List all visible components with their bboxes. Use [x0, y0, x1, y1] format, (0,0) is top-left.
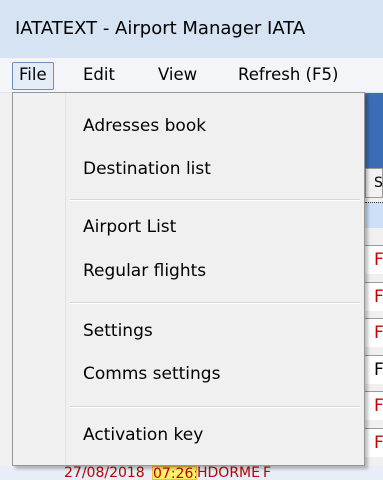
- menu-item-comms-settings[interactable]: Comms settings: [83, 359, 220, 389]
- menu-item-airport-list[interactable]: Airport List: [83, 212, 176, 242]
- bottom-row-extra: F: [263, 466, 272, 480]
- menu-item-regular-flights[interactable]: Regular flights: [83, 256, 206, 286]
- grid-column-header-label: S: [374, 175, 383, 191]
- bottom-row-time: 07:26:: [152, 466, 197, 480]
- menu-edit[interactable]: Edit: [77, 62, 121, 88]
- menu-item-destination-list[interactable]: Destination list: [83, 154, 211, 184]
- grid-cell[interactable]: F: [365, 282, 383, 311]
- grid-cell[interactable]: F: [365, 245, 383, 274]
- menu-separator: [70, 199, 360, 201]
- menu-file[interactable]: File: [12, 62, 54, 90]
- menu-bar: File Edit View Refresh (F5): [0, 58, 383, 93]
- grid-cell[interactable]: F: [365, 355, 383, 384]
- menu-separator: [70, 406, 360, 408]
- menu-item-activation-key[interactable]: Activation key: [83, 420, 203, 450]
- menu-separator: [70, 302, 360, 304]
- grid-cell[interactable]: F: [365, 318, 383, 347]
- menu-item-settings[interactable]: Settings: [83, 316, 153, 346]
- grid-header-band: [365, 93, 383, 168]
- title-bar: IATATEXT - Airport Manager IATA: [0, 0, 383, 58]
- menu-icon-gutter: [13, 93, 66, 465]
- file-dropdown-menu: Adresses book Destination list Airport L…: [12, 92, 365, 466]
- menu-view[interactable]: View: [152, 62, 203, 88]
- menu-refresh[interactable]: Refresh (F5): [232, 62, 344, 88]
- menu-item-adresses-book[interactable]: Adresses book: [83, 111, 206, 141]
- grid-cell[interactable]: F: [365, 391, 383, 420]
- bottom-row-code: HDORME: [197, 466, 260, 480]
- window-title: IATATEXT - Airport Manager IATA: [15, 18, 306, 39]
- grid-selected-row[interactable]: [365, 202, 383, 228]
- grid-cell[interactable]: F: [365, 428, 383, 457]
- bottom-row-date: 27/08/2018: [64, 466, 145, 480]
